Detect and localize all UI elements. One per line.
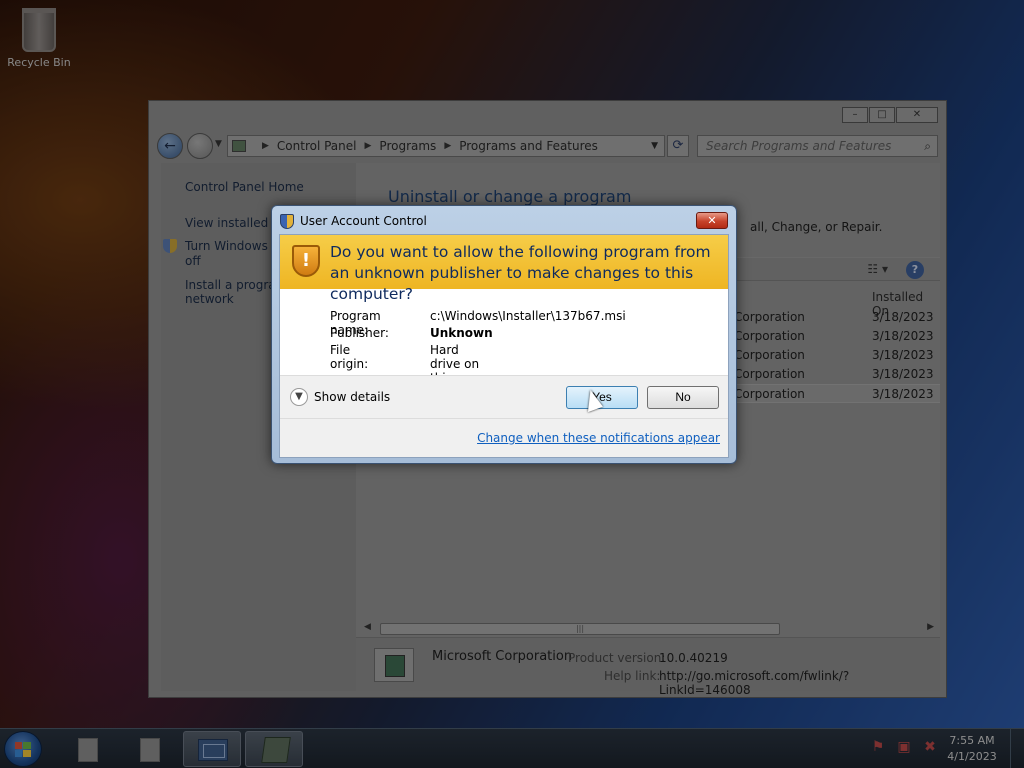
program-name-value: c:\Windows\Installer\137b67.msi — [430, 309, 626, 323]
show-details-label: Show details — [314, 390, 391, 404]
uac-question: Do you want to allow the following progr… — [330, 243, 711, 303]
uac-content: ! Do you want to allow the following pro… — [279, 234, 729, 458]
no-button[interactable]: No — [647, 386, 719, 409]
publisher-label: Publisher: — [330, 326, 389, 340]
uac-footer: ▼ Show details Yes No Change when these … — [280, 375, 728, 457]
uac-close-button[interactable]: ✕ — [696, 212, 728, 229]
close-icon: ✕ — [707, 214, 717, 227]
footer-divider — [280, 418, 728, 419]
chevron-down-icon: ▼ — [290, 388, 308, 406]
uac-title-text: User Account Control — [300, 214, 427, 228]
warning-shield-icon: ! — [292, 245, 320, 277]
show-details-toggle[interactable]: ▼ Show details — [290, 388, 390, 406]
uac-titlebar: User Account Control — [280, 212, 427, 230]
uac-dialog: User Account Control ✕ ! Do you want to … — [271, 205, 737, 464]
change-notifications-link[interactable]: Change when these notifications appear — [477, 431, 720, 445]
file-origin-label: File origin: — [330, 343, 369, 371]
publisher-value: Unknown — [430, 326, 493, 340]
uac-warning-banner: ! Do you want to allow the following pro… — [280, 235, 728, 303]
uac-shield-icon — [280, 213, 294, 229]
